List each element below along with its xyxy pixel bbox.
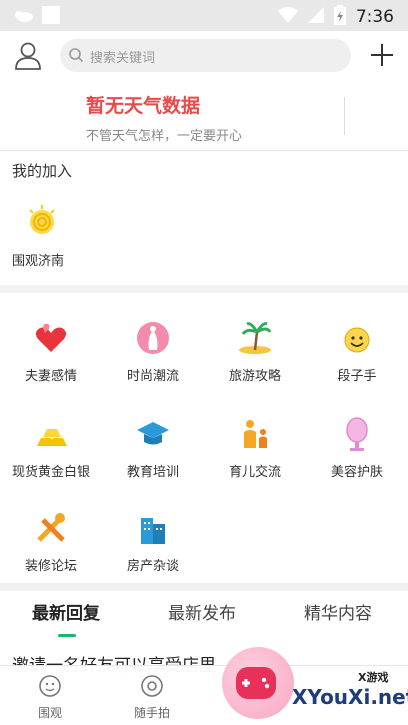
category-label: 美容护肤 <box>330 465 383 480</box>
nav-label: 随手拍 <box>133 706 170 720</box>
add-button[interactable] <box>368 41 396 69</box>
smiley-icon <box>344 327 370 353</box>
weather-title: 暂无天气数据 <box>86 95 201 117</box>
weather-panel[interactable]: 暂无天气数据 不管天气怎样，一定要开心 <box>0 81 408 151</box>
category-label: 教育培训 <box>126 465 179 480</box>
fashion-icon <box>137 322 169 354</box>
category-duanzishou[interactable]: 段子手 <box>306 293 408 384</box>
wifi-icon <box>277 7 298 27</box>
buildings-icon <box>141 518 165 544</box>
category-label: 现货黄金白银 <box>11 465 90 480</box>
category-label: 时尚潮流 <box>126 369 179 384</box>
search-icon <box>69 48 84 63</box>
gamepad-icon <box>236 667 276 699</box>
tab-latest-reply[interactable]: 最新回复 <box>32 599 100 624</box>
content-tabs: 最新回复 最新发布 精华内容 <box>0 591 408 639</box>
tab-featured[interactable]: 精华内容 <box>304 599 372 624</box>
category-label: 装修论坛 <box>24 559 77 574</box>
parent-child-icon <box>244 420 267 448</box>
search-placeholder: 搜索关键词 <box>90 51 156 66</box>
category-shishang-chaoliu[interactable]: 时尚潮流 <box>102 293 204 384</box>
signal-icon <box>307 7 324 27</box>
nav-weiguan[interactable]: 围观 <box>20 674 80 721</box>
weather-status-icon <box>12 7 34 27</box>
sun-spiral-icon <box>29 205 55 234</box>
search-bar[interactable]: 搜索关键词 <box>60 39 351 72</box>
battery-icon <box>333 5 346 29</box>
gold-bars-icon <box>37 429 67 446</box>
category-fuqi-ganqing[interactable]: 夫妻感情 <box>0 293 102 384</box>
category-label: 育儿交流 <box>228 465 281 480</box>
mirror-icon <box>346 417 368 451</box>
graduation-cap-icon <box>137 422 169 445</box>
category-label: 段子手 <box>337 369 377 384</box>
profile-button[interactable] <box>14 41 42 71</box>
category-jiaoyu-peixun[interactable]: 教育培训 <box>102 389 204 480</box>
category-grid: 夫妻感情 时尚潮流 旅游攻略 段子手 现货黄金白银 教育培训 育儿交流 美容护肤… <box>0 293 408 583</box>
hearts-icon <box>35 323 67 352</box>
category-zhuangxiu-luntan[interactable]: 装修论坛 <box>0 483 102 574</box>
category-yuer-jiaoliu[interactable]: 育儿交流 <box>204 389 306 480</box>
active-tab-indicator <box>58 634 76 637</box>
tools-icon <box>37 513 65 542</box>
category-label: 旅游攻略 <box>228 369 281 384</box>
face-icon <box>39 675 61 697</box>
plus-icon <box>371 44 393 66</box>
weather-divider <box>344 97 345 135</box>
camera-icon <box>141 675 163 697</box>
nav-suishoupai[interactable]: 随手拍 <box>122 674 182 721</box>
watermark-site: XYouXi.net <box>292 685 408 709</box>
joined-section-title: 我的加入 <box>12 162 73 180</box>
category-label: 夫妻感情 <box>24 369 77 384</box>
user-icon <box>15 42 41 70</box>
category-fangchan-zatan[interactable]: 房产杂谈 <box>102 483 204 574</box>
category-lvyou-gonglue[interactable]: 旅游攻略 <box>204 293 306 384</box>
watermark-brand: X游戏 <box>358 671 389 684</box>
nav-label: 围观 <box>37 706 62 720</box>
clock: 7:36 <box>355 7 394 27</box>
joined-item-label: 围观济南 <box>12 254 65 269</box>
category-label: 房产杂谈 <box>126 559 179 574</box>
category-xianhuo-huangjin[interactable]: 现货黄金白银 <box>0 389 102 480</box>
tab-latest-post[interactable]: 最新发布 <box>168 599 236 624</box>
joined-item-weiguan-jinan[interactable]: 围观济南 <box>12 204 72 274</box>
palm-island-icon <box>239 322 272 354</box>
notification-square-icon <box>42 6 60 28</box>
watermark-overlay: X游戏 XYouXi.net <box>222 647 408 725</box>
status-bar: 7:36 <box>0 0 408 31</box>
weather-subtitle: 不管天气怎样，一定要开心 <box>86 129 243 144</box>
top-header: 搜索关键词 <box>0 31 408 81</box>
section-separator-2 <box>0 583 408 591</box>
section-separator <box>0 285 408 293</box>
category-meirong-hufu[interactable]: 美容护肤 <box>306 389 408 480</box>
